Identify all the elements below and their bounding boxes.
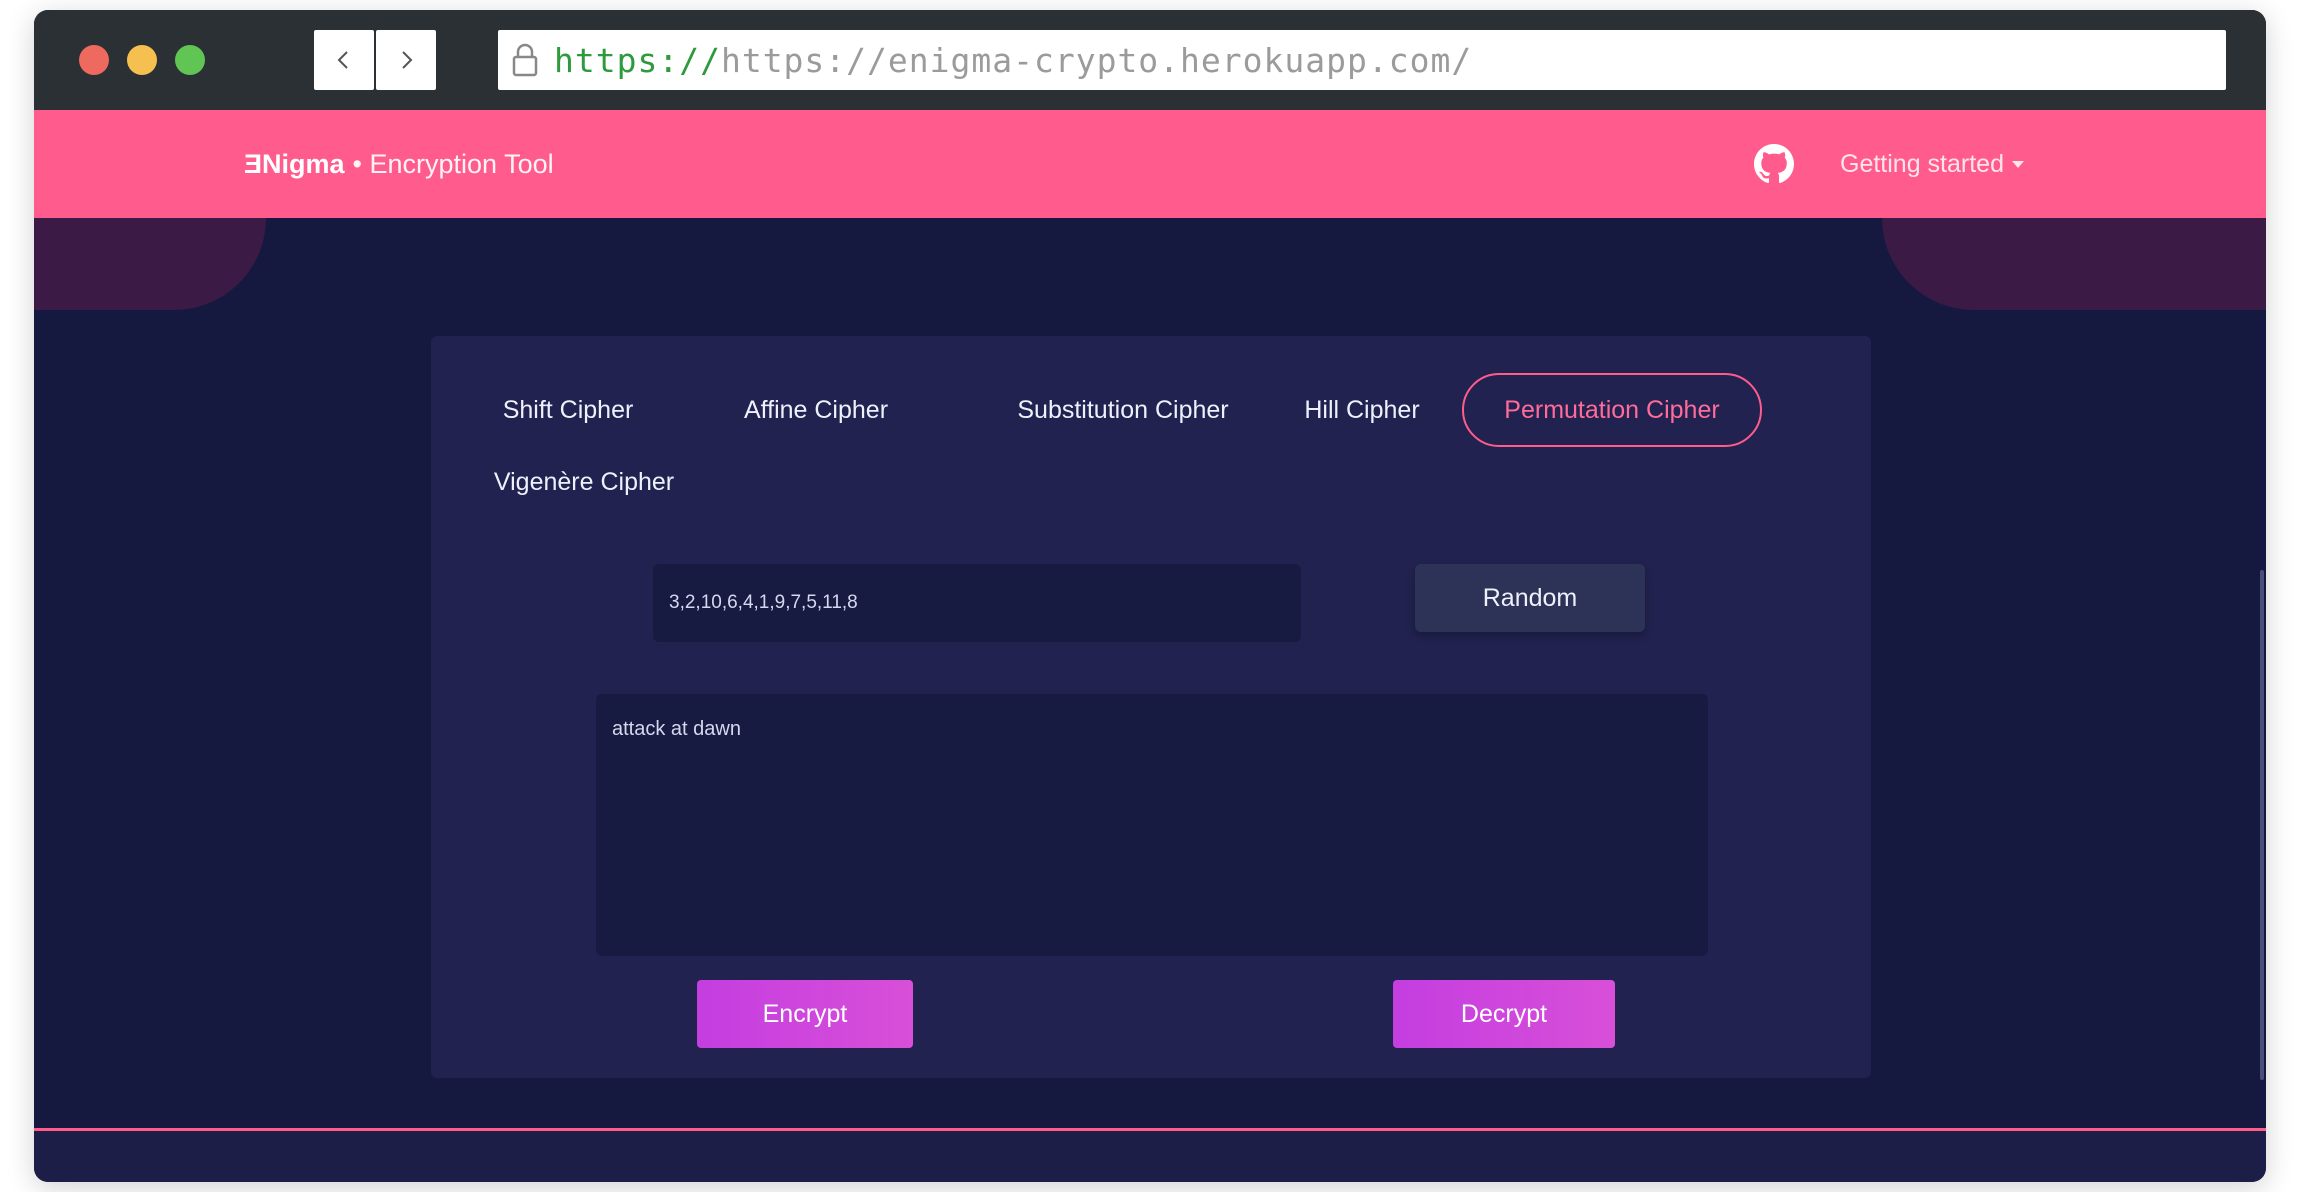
browser-window: https:// https://enigma-crypto.herokuapp… xyxy=(34,10,2266,1182)
tab-hill-cipher[interactable]: Hill Cipher xyxy=(1288,373,1436,447)
forward-button[interactable] xyxy=(376,30,436,90)
caret-down-icon xyxy=(2011,160,2024,168)
decrypt-button[interactable]: Decrypt xyxy=(1393,980,1615,1048)
app-navbar: ƎNigma • Encryption Tool Getting started xyxy=(34,110,2266,218)
decorative-shape-left xyxy=(34,218,266,310)
brand-tagline: • Encryption Tool xyxy=(352,148,554,179)
encrypt-button[interactable]: Encrypt xyxy=(697,980,913,1048)
brand-name: ƎNigma xyxy=(244,148,345,179)
tab-substitution-cipher[interactable]: Substitution Cipher xyxy=(989,373,1257,447)
close-window-button[interactable] xyxy=(79,45,109,75)
tab-permutation-cipher[interactable]: Permutation Cipher xyxy=(1462,373,1762,447)
page-scrollbar[interactable] xyxy=(2260,570,2264,1080)
url-text: https://enigma-crypto.herokuapp.com/ xyxy=(720,40,1473,80)
brand-link[interactable]: ƎNigma • Encryption Tool xyxy=(244,110,554,218)
minimize-window-button[interactable] xyxy=(127,45,157,75)
random-key-button[interactable]: Random xyxy=(1415,564,1645,632)
url-scheme: https:// xyxy=(554,40,721,80)
footer xyxy=(34,1131,2266,1182)
decorative-shape-right xyxy=(1882,218,2266,310)
getting-started-label: Getting started xyxy=(1840,149,2004,178)
cipher-card: Shift Cipher Affine Cipher Substitution … xyxy=(431,336,1871,1078)
chevron-left-icon xyxy=(337,51,348,69)
tab-vigenere-cipher[interactable]: Vigenère Cipher xyxy=(489,445,679,519)
key-input[interactable] xyxy=(653,564,1301,642)
back-button[interactable] xyxy=(314,30,374,90)
chevron-right-icon xyxy=(402,51,413,69)
browser-chrome: https:// https://enigma-crypto.herokuapp… xyxy=(34,10,2266,110)
tab-affine-cipher[interactable]: Affine Cipher xyxy=(730,373,902,447)
message-textarea[interactable]: attack at dawn xyxy=(596,694,1708,956)
lock-icon xyxy=(512,43,538,77)
github-icon[interactable] xyxy=(1754,144,1794,184)
getting-started-dropdown[interactable]: Getting started xyxy=(1840,110,2024,218)
maximize-window-button[interactable] xyxy=(175,45,205,75)
address-bar[interactable]: https:// https://enigma-crypto.herokuapp… xyxy=(498,30,2226,90)
tab-shift-cipher[interactable]: Shift Cipher xyxy=(489,373,647,447)
